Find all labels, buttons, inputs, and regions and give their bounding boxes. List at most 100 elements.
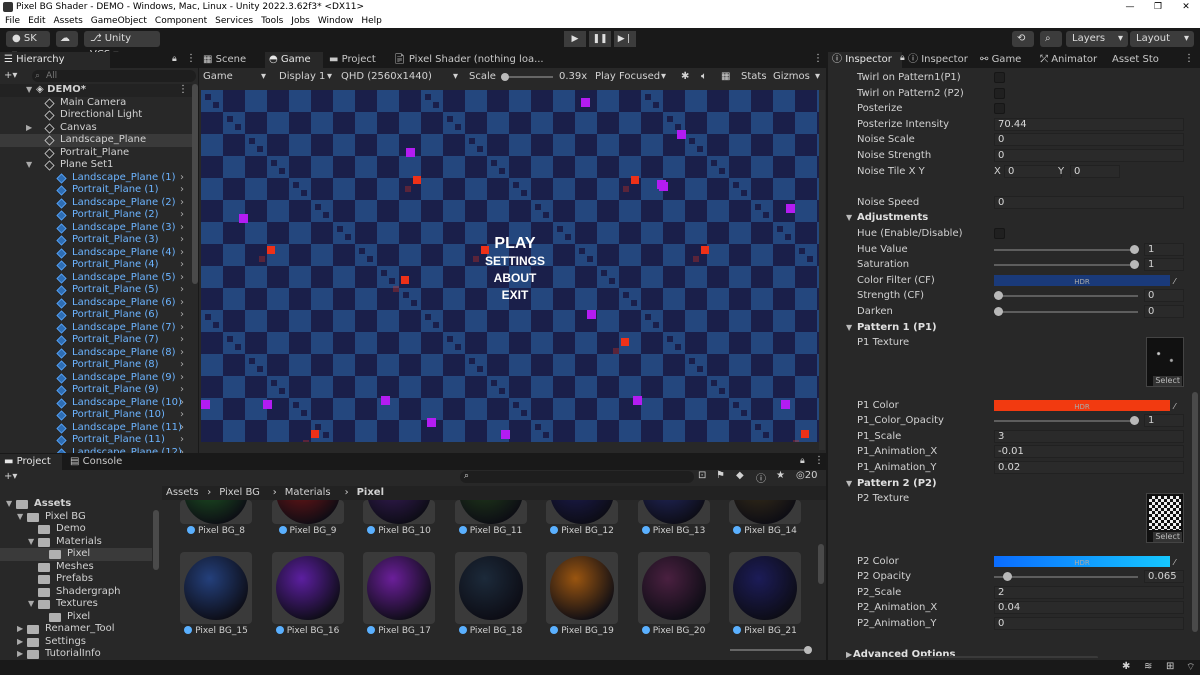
folder-item[interactable]: ▶ Renamer_Tool [0, 623, 152, 636]
slider-knob[interactable] [1130, 260, 1139, 270]
color-swatch[interactable]: HDR [994, 274, 1170, 286]
history-button[interactable]: ⟲ [1012, 31, 1034, 47]
hierarchy-item[interactable]: Landscape_Plane [0, 134, 192, 147]
eyedropper-icon[interactable]: ⁄ [1174, 274, 1184, 287]
fold-right-icon[interactable]: ▶ [17, 636, 23, 649]
wifi-icon[interactable]: ⌔ [1186, 661, 1195, 674]
scene-row[interactable]: ▼ ◈ DEMO* ⋮ [0, 84, 192, 97]
slider-value[interactable]: 1 [1144, 242, 1184, 256]
fold-down-icon[interactable]: ▼ [17, 511, 23, 524]
menu-jobs[interactable]: Jobs [291, 14, 310, 28]
fold-right-icon[interactable]: ▶ [846, 647, 852, 658]
menu-assets[interactable]: Assets [54, 14, 83, 28]
section-header[interactable]: Pattern 2 (P2) [857, 476, 937, 492]
property-field[interactable]: 0.02 [994, 461, 1184, 474]
chevron-right-icon[interactable]: › [180, 372, 184, 385]
hierarchy-item[interactable]: Portrait_Plane (5) › [0, 284, 192, 297]
menu-window[interactable]: Window [318, 14, 354, 28]
more-options-icon[interactable]: ⋮ [1184, 53, 1194, 64]
hierarchy-item[interactable]: Landscape_Plane (8) › [0, 347, 192, 360]
chevron-right-icon[interactable]: › [180, 359, 184, 372]
stats-button[interactable]: Stats [741, 68, 767, 86]
project-search-input[interactable]: ⌕ [460, 471, 694, 483]
folder-item[interactable]: ▼ Textures [0, 598, 152, 611]
tab-asset-sto[interactable]: Asset Sto [1108, 52, 1188, 68]
game-scrollbar[interactable] [819, 90, 825, 450]
search-button[interactable]: ⌕ [1040, 31, 1062, 47]
hierarchy-item[interactable]: Landscape_Plane (5) › [0, 272, 192, 285]
material-asset[interactable]: Pixel BG_11 [454, 500, 527, 536]
hierarchy-item[interactable]: Landscape_Plane (12) › [0, 447, 192, 453]
fold-right-icon[interactable]: ▶ [17, 623, 23, 636]
more-options-icon[interactable]: ⋮ [178, 84, 188, 97]
hierarchy-item[interactable]: Portrait_Plane (10) › [0, 409, 192, 422]
chevron-right-icon[interactable]: › [180, 322, 184, 335]
section-header[interactable]: Pattern 1 (P1) [857, 320, 937, 336]
lock-icon[interactable]: 🔒︎ [800, 456, 805, 466]
section-header[interactable]: Adjustments [857, 210, 928, 226]
search-by-type-icon[interactable]: ⊡ [698, 470, 706, 481]
bug-icon[interactable]: ✱ [681, 68, 689, 86]
hierarchy-item[interactable]: Landscape_Plane (3) › [0, 222, 192, 235]
display-dropdown[interactable]: Display 1 ▾ [279, 68, 332, 86]
material-asset[interactable]: Pixel BG_20 [637, 552, 710, 636]
hierarchy-item[interactable]: Main Camera [0, 97, 192, 110]
property-field[interactable]: -0.01 [994, 445, 1184, 459]
hierarchy-item[interactable]: ▼ Plane Set1 [0, 159, 192, 172]
slider-value[interactable]: 0 [1144, 289, 1184, 303]
inspector-resize-handle[interactable] [918, 656, 1098, 658]
favorite-icon[interactable]: ★ [776, 470, 785, 481]
add-button[interactable]: +▾ [4, 70, 24, 82]
collab-icon[interactable]: ⊞ [1166, 661, 1174, 672]
material-asset[interactable]: Pixel BG_18 [454, 552, 527, 636]
chevron-right-icon[interactable]: › [180, 184, 184, 197]
chevron-right-icon[interactable]: › [180, 334, 184, 347]
hierarchy-item[interactable]: Portrait_Plane (2) › [0, 209, 192, 222]
hierarchy-item[interactable]: Portrait_Plane (8) › [0, 359, 192, 372]
property-field[interactable]: 2 [994, 585, 1184, 599]
property-checkbox[interactable] [994, 72, 1005, 83]
hierarchy-search-input[interactable]: ⌕ All [32, 70, 196, 82]
property-field[interactable]: 0.04 [994, 601, 1184, 615]
chevron-right-icon[interactable]: › [180, 197, 184, 210]
minimize-icon[interactable]: — [1116, 0, 1144, 14]
material-asset[interactable]: Pixel BG_9 [271, 500, 344, 536]
chevron-right-icon[interactable]: › [180, 397, 184, 410]
chevron-right-icon[interactable]: › [180, 422, 184, 435]
menu-tools[interactable]: Tools [261, 14, 283, 28]
property-slider[interactable] [994, 260, 1139, 270]
property-field[interactable]: 3 [994, 429, 1184, 443]
step-button[interactable]: ▶❘ [614, 31, 636, 47]
property-field[interactable]: 0 [994, 149, 1184, 162]
chevron-right-icon[interactable]: › [180, 272, 184, 285]
fold-right-icon[interactable]: ▶ [17, 648, 23, 660]
eyedropper-icon[interactable]: ⁄ [1174, 399, 1184, 412]
folder-item[interactable]: Demo [0, 523, 152, 536]
property-slider[interactable] [994, 291, 1138, 301]
texture-slot[interactable]: Select [1146, 337, 1184, 388]
inspector-scrollbar[interactable] [1192, 392, 1198, 632]
tab-hierarchy[interactable]: ☰ Hierarchy [0, 52, 110, 68]
menu-file[interactable]: File [5, 14, 20, 28]
slider-value[interactable]: 0 [1144, 305, 1184, 318]
folder-item[interactable]: ▼ Materials [0, 536, 152, 549]
hierarchy-item[interactable]: Directional Light [0, 109, 192, 122]
folder-tree-scrollbar[interactable] [153, 510, 159, 570]
breadcrumb-item[interactable]: Materials [285, 486, 331, 500]
unity-vcs-button[interactable]: ⎇ Unity VCS ▾ [84, 31, 160, 60]
chevron-right-icon[interactable]: › [180, 434, 184, 447]
filter-icon[interactable]: ⚑ [716, 470, 725, 481]
slider-knob[interactable] [994, 307, 1003, 316]
maximize-icon[interactable]: ❐ [1144, 0, 1172, 14]
layers-dropdown[interactable]: Layers ▾ [1066, 31, 1128, 47]
hierarchy-item[interactable]: Portrait_Plane [0, 147, 192, 160]
menu-help[interactable]: Help [361, 14, 382, 28]
chevron-right-icon[interactable]: › [180, 209, 184, 222]
property-field[interactable]: 70.44 [994, 117, 1184, 131]
game-mode-dropdown[interactable]: Game ▾ [203, 68, 266, 86]
menu-edit[interactable]: Edit [28, 14, 45, 28]
hierarchy-item[interactable]: Landscape_Plane (2) › [0, 197, 192, 210]
color-swatch[interactable]: HDR [994, 555, 1170, 567]
material-asset[interactable]: Pixel BG_13 [637, 500, 710, 536]
eyedropper-icon[interactable]: ⁄ [1174, 555, 1184, 568]
